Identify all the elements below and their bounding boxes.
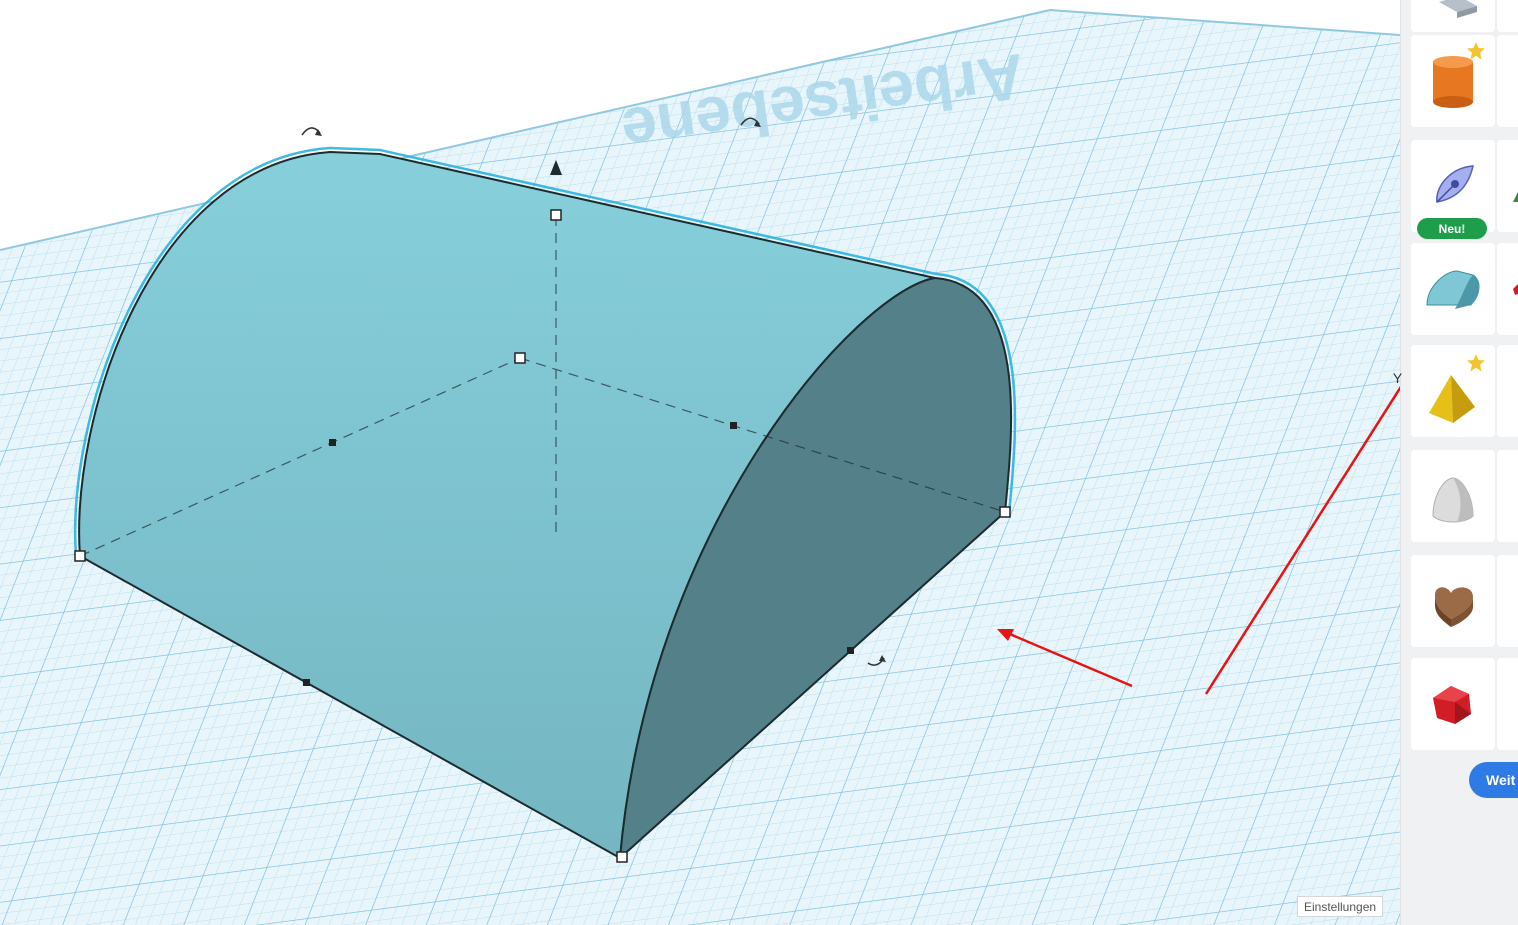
corner-handle-right[interactable]	[999, 506, 1011, 518]
star-icon	[1467, 42, 1485, 60]
shape-tile-column2[interactable]	[1497, 555, 1518, 647]
shape-tile-column2[interactable]	[1497, 345, 1518, 437]
star-icon	[1467, 354, 1485, 372]
new-badge: Neu!	[1417, 218, 1487, 239]
heart-icon	[1435, 587, 1473, 627]
shape-tile-paraboloid[interactable]	[1411, 450, 1495, 542]
shape-tile-column2[interactable]	[1497, 0, 1518, 32]
shape-tile-column2[interactable]	[1497, 35, 1518, 127]
height-handle[interactable]	[550, 209, 562, 221]
shape-tile-column2[interactable]	[1497, 450, 1518, 542]
polyhedron-icon	[1433, 686, 1471, 724]
paraboloid-icon	[1432, 477, 1474, 523]
shape-tile-column2[interactable]	[1497, 658, 1518, 750]
shape-tile-half-cylinder[interactable]	[1411, 243, 1495, 335]
corner-handle-back[interactable]	[514, 352, 526, 364]
more-shapes-button[interactable]: Weit	[1469, 762, 1518, 798]
half-cylinder-icon	[1426, 270, 1480, 309]
shape-tile-polyhedron[interactable]	[1411, 658, 1495, 750]
corner-handle-bottom[interactable]	[616, 851, 628, 863]
box-icon	[1439, 0, 1477, 18]
shape-tile-box[interactable]	[1411, 0, 1495, 32]
settings-button[interactable]: Einstellungen	[1297, 896, 1384, 917]
shape-tile-column2[interactable]	[1497, 140, 1518, 232]
shape-tile-heart[interactable]	[1411, 555, 1495, 647]
panel-edge-tab[interactable]: Y	[1393, 368, 1402, 388]
corner-handle-left[interactable]	[74, 550, 86, 562]
shape-tile-column2[interactable]	[1497, 243, 1518, 335]
